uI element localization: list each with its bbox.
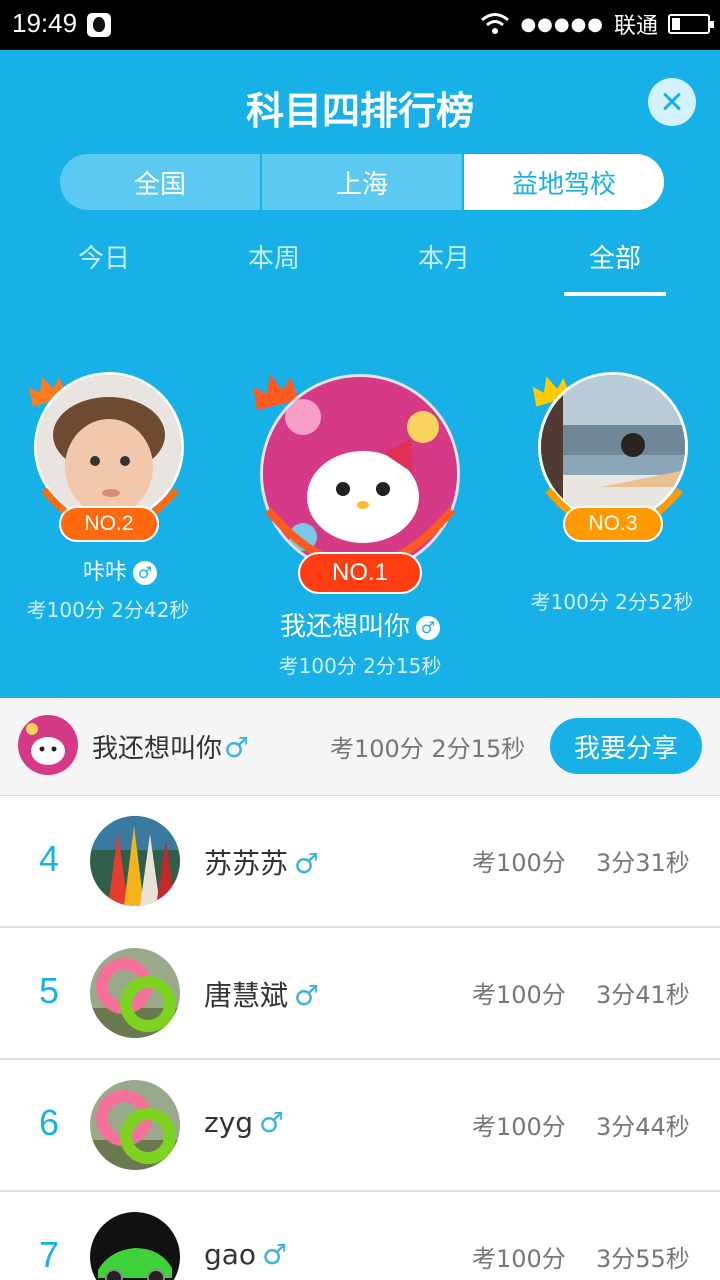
my-name: 我还想叫你♂ xyxy=(92,728,249,765)
scope-tab-school[interactable]: 益地驾校 xyxy=(464,154,664,210)
active-tab-underline xyxy=(564,292,666,296)
share-button[interactable]: 我要分享 xyxy=(550,718,702,774)
male-icon: ♂ xyxy=(224,731,250,764)
podium-score-second: 考100分 2分42秒 xyxy=(26,598,190,622)
qq-notification-icon xyxy=(87,13,111,37)
scope-tab-city[interactable]: 上海 xyxy=(262,154,464,210)
period-tab-today[interactable]: 今日 xyxy=(34,238,174,275)
user-name: 苏苏苏 ♂ xyxy=(204,842,319,882)
close-button[interactable] xyxy=(648,78,696,126)
podium-name-second[interactable]: 咔咔 ♂ xyxy=(20,554,220,586)
period-tab-week[interactable]: 本周 xyxy=(204,238,344,275)
user-score: 考100分 xyxy=(472,1113,566,1141)
male-icon: ♂ xyxy=(262,1238,288,1271)
period-tab-all[interactable]: 全部 xyxy=(545,238,685,275)
list-item[interactable]: 7 gao ♂ 考100分 3分55秒 xyxy=(0,1192,720,1280)
rank-number: 4 xyxy=(38,838,60,879)
podium-score-first: 考100分 2分15秒 xyxy=(278,654,442,678)
user-avatar[interactable] xyxy=(90,948,180,1038)
my-name-label: 我还想叫你 xyxy=(92,734,223,764)
user-name: 唐慧斌 ♂ xyxy=(204,974,319,1014)
user-name: gao ♂ xyxy=(204,1238,287,1271)
status-right: ●●●●● 联通 xyxy=(480,8,714,40)
list-item[interactable]: 5 唐慧斌 ♂ 考100分 3分41秒 xyxy=(0,928,720,1060)
user-time: 3分55秒 xyxy=(596,1245,690,1273)
male-icon: ♂ xyxy=(133,561,157,585)
user-avatar[interactable] xyxy=(90,1080,180,1170)
status-bar: 19:49 ●●●●● 联通 xyxy=(0,0,720,50)
male-icon: ♂ xyxy=(294,979,320,1012)
user-name-label: 唐慧斌 xyxy=(204,979,289,1012)
male-icon: ♂ xyxy=(259,1106,285,1139)
user-avatar[interactable] xyxy=(90,1212,180,1280)
user-name-label: zyg xyxy=(204,1106,254,1139)
user-score: 考100分 xyxy=(472,981,566,1009)
wifi-icon xyxy=(481,13,510,34)
user-name-label: gao xyxy=(204,1238,257,1271)
podium-name-first[interactable]: 我还想叫你 ♂ xyxy=(220,606,500,643)
rank-badge-third: NO.3 xyxy=(563,506,663,542)
period-tabs: 今日 本周 本月 全部 xyxy=(0,238,720,298)
scope-segmented-control: 全国 上海 益地驾校 xyxy=(60,154,664,210)
my-avatar[interactable] xyxy=(18,715,78,775)
list-item[interactable]: 4 苏苏苏 ♂ 考100分 3分31秒 xyxy=(0,796,720,928)
scope-tab-national[interactable]: 全国 xyxy=(60,154,262,210)
podium-name-first-label: 我还想叫你 xyxy=(279,612,410,642)
rank-number: 5 xyxy=(38,970,60,1011)
male-icon: ♂ xyxy=(416,615,440,640)
male-icon: ♂ xyxy=(294,847,320,880)
podium-score-third: 考100分 2分52秒 xyxy=(530,590,694,614)
battery-icon xyxy=(668,14,714,34)
user-avatar[interactable] xyxy=(90,816,180,906)
user-score: 考100分 xyxy=(472,1245,566,1273)
rank-number: 6 xyxy=(38,1102,60,1143)
user-score: 考100分 xyxy=(472,849,566,877)
podium-name-second-label: 咔咔 xyxy=(82,560,127,585)
rank-badge-second: NO.2 xyxy=(59,506,159,542)
carrier-label: 联通 xyxy=(613,14,658,39)
user-time: 3分44秒 xyxy=(596,1113,690,1141)
user-time: 3分41秒 xyxy=(596,981,690,1009)
user-name: zyg ♂ xyxy=(204,1106,284,1139)
signal-strength-icon: ●●●●● xyxy=(520,13,604,35)
page-title: 科目四排行榜 xyxy=(245,89,474,133)
list-item[interactable]: 6 zyg ♂ 考100分 3分44秒 xyxy=(0,1060,720,1192)
rank-number: 7 xyxy=(38,1234,60,1275)
rank-badge-first: NO.1 xyxy=(298,552,422,594)
user-name-label: 苏苏苏 xyxy=(204,847,289,880)
period-tab-month[interactable]: 本月 xyxy=(374,238,514,275)
user-time: 3分31秒 xyxy=(596,849,690,877)
my-rank-row: 我还想叫你♂ 考100分 2分15秒 我要分享 xyxy=(0,698,720,796)
my-score: 考100分 2分15秒 xyxy=(330,735,526,763)
status-time: 19:49 xyxy=(12,8,78,38)
ranking-header: 科目四排行榜 全国 上海 益地驾校 今日 本周 本月 全部 NO.2 咔咔 ♂ 考… xyxy=(0,50,720,698)
